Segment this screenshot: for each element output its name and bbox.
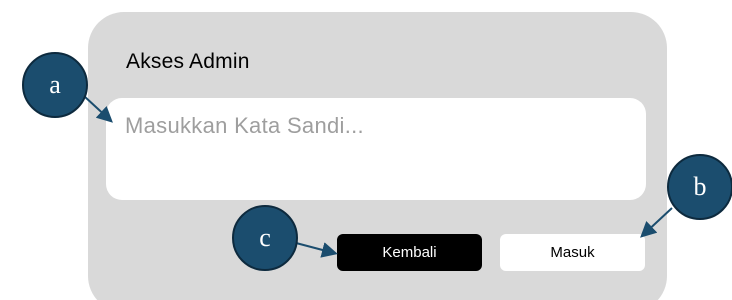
password-input[interactable]: Masukkan Kata Sandi... <box>106 98 646 200</box>
annotation-marker-b: b <box>667 154 732 220</box>
submit-button[interactable]: Masuk <box>500 234 645 271</box>
annotation-marker-a: a <box>22 52 88 118</box>
dialog-title: Akses Admin <box>126 50 250 73</box>
back-button[interactable]: Kembali <box>337 234 482 271</box>
password-placeholder: Masukkan Kata Sandi... <box>125 113 364 138</box>
annotation-marker-c: c <box>232 205 298 271</box>
annotated-screenshot: Akses Admin Masukkan Kata Sandi... Kemba… <box>0 0 732 300</box>
